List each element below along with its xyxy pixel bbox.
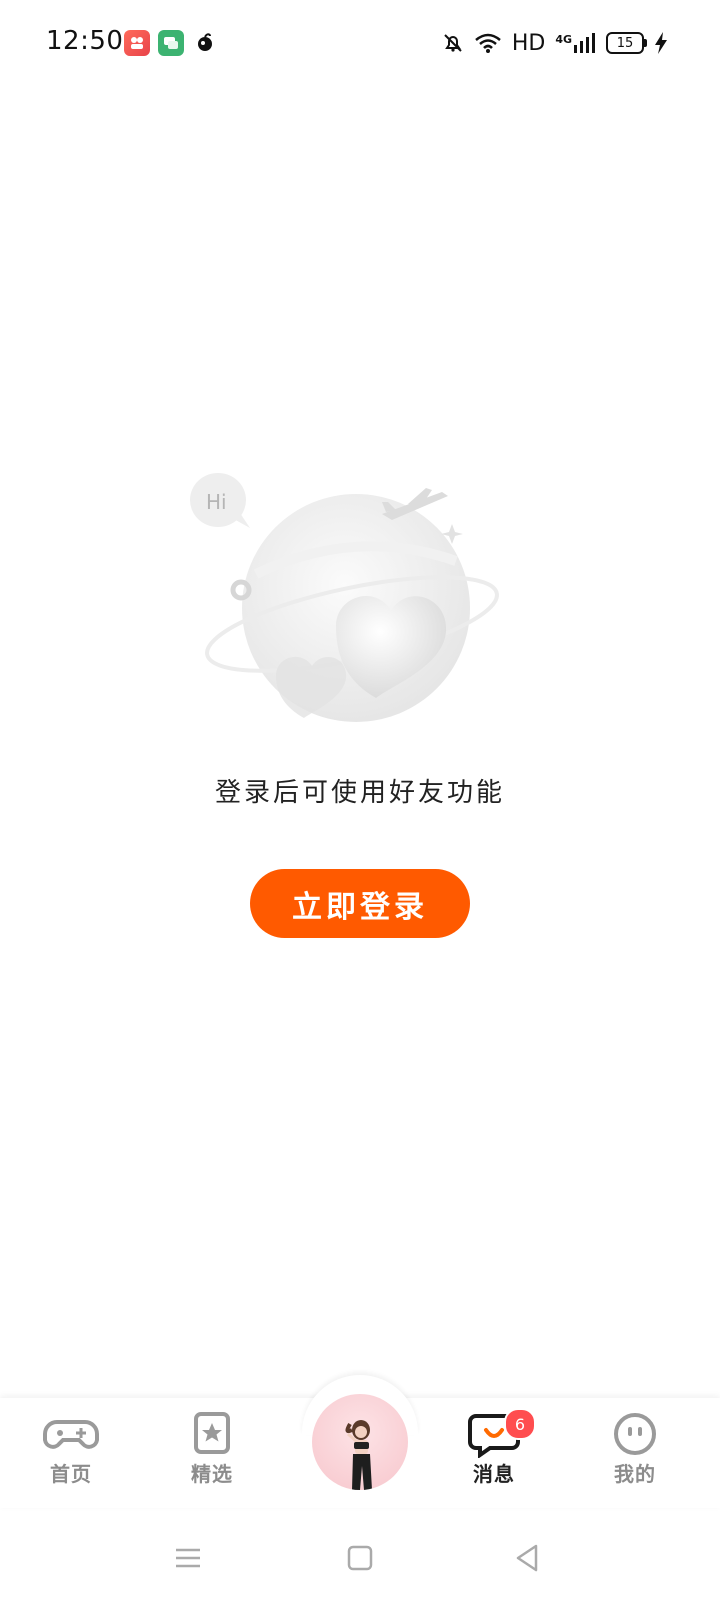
menu-icon[interactable] bbox=[168, 1538, 208, 1578]
empty-state-illustration: Hi bbox=[190, 473, 499, 722]
nav-item-featured[interactable]: 精选 bbox=[162, 1412, 262, 1492]
nav-item-home[interactable]: 首页 bbox=[21, 1412, 121, 1492]
app-notification-icon bbox=[124, 30, 150, 56]
face-icon bbox=[614, 1413, 656, 1455]
nav-label-featured: 精选 bbox=[191, 1462, 233, 1486]
login-button[interactable]: 立即登录 bbox=[250, 869, 470, 938]
star-bookmark-icon bbox=[194, 1412, 230, 1454]
nav-label-me: 我的 bbox=[614, 1462, 656, 1486]
status-bar: 12:50 HD 4G 15 bbox=[0, 0, 720, 88]
signal-icon bbox=[574, 33, 595, 53]
nav-item-messages[interactable]: 消息 6 bbox=[444, 1408, 544, 1492]
network-label: HD bbox=[511, 30, 546, 56]
status-time: 12:50 bbox=[46, 26, 124, 56]
charging-icon bbox=[655, 32, 667, 54]
nav-label-home: 首页 bbox=[50, 1462, 92, 1486]
battery-indicator: 15 bbox=[606, 32, 647, 54]
wifi-icon bbox=[475, 33, 501, 53]
login-hint-text: 登录后可使用好友功能 bbox=[214, 778, 505, 808]
avatar[interactable] bbox=[312, 1394, 408, 1490]
unread-badge: 6 bbox=[504, 1408, 536, 1440]
cellular-label: 4G bbox=[555, 33, 572, 46]
nav-label-messages: 消息 bbox=[473, 1462, 515, 1486]
peach-notification-icon bbox=[192, 30, 218, 56]
mute-bell-icon bbox=[444, 34, 462, 52]
home-icon[interactable] bbox=[340, 1538, 380, 1578]
hi-bubble: Hi bbox=[190, 473, 250, 528]
battery-level: 15 bbox=[616, 35, 634, 51]
system-nav-bar bbox=[0, 1510, 720, 1600]
chat-notification-icon bbox=[158, 30, 184, 56]
hi-bubble-text: Hi bbox=[206, 490, 227, 514]
nav-item-me[interactable]: 我的 bbox=[585, 1412, 685, 1492]
back-icon[interactable] bbox=[508, 1538, 548, 1578]
status-indicators: HD 4G 15 bbox=[442, 28, 668, 58]
gamepad-icon bbox=[43, 1420, 99, 1449]
